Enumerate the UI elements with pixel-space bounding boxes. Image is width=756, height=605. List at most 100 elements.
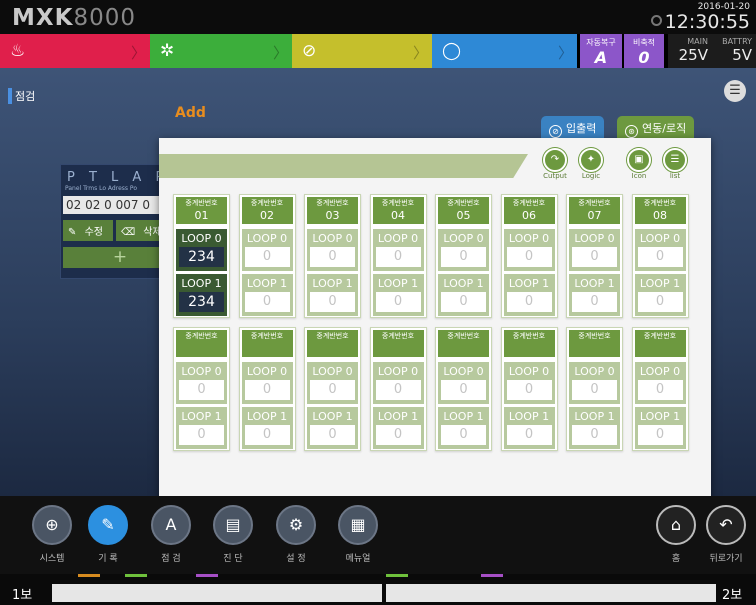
relay-card-header: 중계반번호 — [438, 330, 489, 357]
nav-system[interactable]: ⊕ 시스템 — [22, 505, 82, 564]
relay-card[interactable]: 중계반번호 07 LOOP 0 0 LOOP 10 — [566, 194, 623, 318]
gear-icon: ✲ — [160, 41, 175, 61]
logic-icon: ✦ — [579, 148, 603, 172]
relay-card-header: 중계반번호 07 — [569, 197, 620, 224]
breadcrumb: 점검 — [8, 88, 35, 104]
title-bar: MXK8000 2016-01-20 12:30:55 — [0, 0, 756, 34]
relay-card-header: 중계반번호 06 — [503, 197, 555, 224]
loop-0-value: 0 — [441, 380, 486, 400]
app-logo: MXK8000 — [12, 5, 136, 31]
loop-0-cell[interactable]: LOOP 00 — [307, 362, 358, 404]
relay-card[interactable]: 중계반번호 02 LOOP 0 0 LOOP 10 — [238, 194, 296, 318]
loop-1-value: 0 — [441, 292, 486, 312]
relay-card[interactable]: 중계반번호 LOOP 0 0 LOOP 10 — [304, 327, 361, 451]
loop-0-cell[interactable]: LOOP 0 234 — [176, 229, 227, 271]
loop-1-cell[interactable]: LOOP 10 — [503, 274, 555, 316]
progress-track-2 — [386, 584, 716, 602]
curve-icon: ↷ — [543, 148, 567, 172]
loop-1-cell[interactable]: LOOP 10 — [438, 407, 489, 449]
relay-card[interactable]: 중계반번호 LOOP 0 0 LOOP 10 — [173, 327, 230, 451]
loop-0-cell[interactable]: LOOP 00 — [438, 362, 489, 404]
relay-card[interactable]: 중계반번호 06 LOOP 0 0 LOOP 10 — [500, 194, 558, 318]
loop-0-cell[interactable]: LOOP 00 — [307, 229, 358, 271]
loop-0-value: 0 — [441, 247, 486, 267]
loop-1-cell[interactable]: LOOP 10 — [503, 407, 555, 449]
nav-manual[interactable]: ▦ 메뉴얼 — [328, 505, 388, 564]
relay-card[interactable]: 중계반번호 04 LOOP 0 0 LOOP 10 — [369, 194, 427, 318]
loop-0-value: 0 — [179, 380, 224, 400]
relay-card[interactable]: 중계반번호 LOOP 0 0 LOOP 10 — [369, 327, 427, 451]
relay-card-header: 중계반번호 — [372, 330, 424, 357]
loop-1-cell[interactable]: LOOP 10 — [241, 274, 293, 316]
loop-1-cell[interactable]: LOOP 10 — [372, 274, 424, 316]
menu-list-button[interactable]: ☰ — [724, 80, 746, 102]
relay-card-header: 중계반번호 — [176, 330, 227, 357]
loop-0-cell[interactable]: LOOP 00 — [176, 362, 227, 404]
back-button[interactable]: ↶ 뒤로가기 — [696, 505, 756, 564]
status-lock[interactable]: ◯ 〉 — [432, 34, 577, 68]
loop-1-cell[interactable]: LOOP 10 — [307, 407, 358, 449]
loop-1-cell[interactable]: LOOP 10 — [569, 407, 620, 449]
relay-card[interactable]: 중계반번호 05 LOOP 0 0 LOOP 10 — [435, 194, 492, 318]
relay-card-header: 중계반번호 02 — [241, 197, 293, 224]
loop-1-cell[interactable]: LOOP 10 — [307, 274, 358, 316]
loop-0-cell[interactable]: LOOP 00 — [569, 229, 620, 271]
relay-card[interactable]: 중계반번호 LOOP 0 0 LOOP 10 — [238, 327, 296, 451]
loop-1-cell[interactable]: LOOP 10 — [634, 274, 686, 316]
relay-card[interactable]: 중계반번호 08 LOOP 0 0 LOOP 10 — [631, 194, 689, 318]
loop-0-cell[interactable]: LOOP 00 — [438, 229, 489, 271]
loop-1-value: 0 — [310, 425, 355, 445]
emergency-box[interactable]: 비축적 0 — [624, 34, 664, 68]
save-icon: ▣ — [627, 148, 651, 172]
nav-diagnose[interactable]: ▤ 진 단 — [203, 505, 263, 564]
nav-settings[interactable]: ⚙ 설 정 — [266, 505, 326, 564]
io-icon: ⊘ — [549, 125, 562, 138]
clock: 2016-01-20 12:30:55 — [650, 2, 750, 32]
relay-card[interactable]: 중계반번호 LOOP 0 0 LOOP 10 — [500, 327, 558, 451]
tab-link-logic[interactable]: ⊛ 연동/로직 — [617, 116, 695, 138]
loop-0-value: 0 — [572, 380, 617, 400]
loop-1-cell[interactable]: LOOP 10 — [176, 407, 227, 449]
loop-0-cell[interactable]: LOOP 00 — [569, 362, 620, 404]
loop-0-cell[interactable]: LOOP 00 — [503, 362, 555, 404]
loop-0-cell[interactable]: LOOP 00 — [503, 229, 555, 271]
nav-inspect[interactable]: A점 검 — [141, 505, 201, 564]
loop-0-cell[interactable]: LOOP 00 — [634, 229, 686, 271]
icon-view-tool[interactable]: ▣ Icon — [623, 148, 655, 180]
loop-1-cell[interactable]: LOOP 10 — [372, 407, 424, 449]
loop-0-cell[interactable]: LOOP 00 — [634, 362, 686, 404]
status-disable[interactable]: ⊘ 〉 — [292, 34, 432, 68]
loop-1-cell[interactable]: LOOP 10 — [438, 274, 489, 316]
tab-input-output[interactable]: ⊘ 입출력 — [541, 116, 605, 138]
progress-track-1 — [52, 584, 382, 602]
loop-0-cell[interactable]: LOOP 00 — [372, 362, 424, 404]
relay-card[interactable]: 중계반번호 LOOP 0 0 LOOP 10 — [631, 327, 689, 451]
relay-card-header: 중계반번호 04 — [372, 197, 424, 224]
loop-1-value: 0 — [244, 292, 290, 312]
list-view-tool[interactable]: ☰ list — [659, 148, 691, 180]
relay-card-header: 중계반번호 — [634, 330, 686, 357]
status-fault[interactable]: ✲ 〉 — [150, 34, 292, 68]
loop-1-cell[interactable]: LOOP 1 234 — [176, 274, 227, 316]
auto-restore-box[interactable]: 자동복구 A — [580, 34, 622, 68]
status-fire[interactable]: ♨ 〉 — [0, 34, 150, 68]
output-tool[interactable]: ↷ Cutput — [539, 148, 571, 180]
relay-card[interactable]: 중계반번호 LOOP 0 0 LOOP 10 — [435, 327, 492, 451]
nav-record[interactable]: ✎ 기 록 — [78, 505, 138, 564]
loop-1-value: 0 — [637, 292, 683, 312]
loop-1-cell[interactable]: LOOP 10 — [634, 407, 686, 449]
loop-0-cell[interactable]: LOOP 00 — [241, 362, 293, 404]
loop-0-value: 0 — [375, 247, 421, 267]
loop-0-cell[interactable]: LOOP 00 — [241, 229, 293, 271]
relay-card[interactable]: 중계반번호 03 LOOP 0 0 LOOP 10 — [304, 194, 361, 318]
edit-button[interactable]: ✎ 수정 — [63, 220, 113, 241]
loop-1-value: 0 — [375, 425, 421, 445]
loop-1-cell[interactable]: LOOP 10 — [241, 407, 293, 449]
battery-voltage: BATTRY 5V — [712, 34, 756, 68]
loop-0-cell[interactable]: LOOP 00 — [372, 229, 424, 271]
loop-1-value: 0 — [441, 425, 486, 445]
relay-card[interactable]: 중계반번호 01 LOOP 0 234 LOOP 1 234 — [173, 194, 230, 318]
logic-tool[interactable]: ✦ Logic — [575, 148, 607, 180]
loop-1-cell[interactable]: LOOP 10 — [569, 274, 620, 316]
relay-card[interactable]: 중계반번호 LOOP 0 0 LOOP 10 — [566, 327, 623, 451]
